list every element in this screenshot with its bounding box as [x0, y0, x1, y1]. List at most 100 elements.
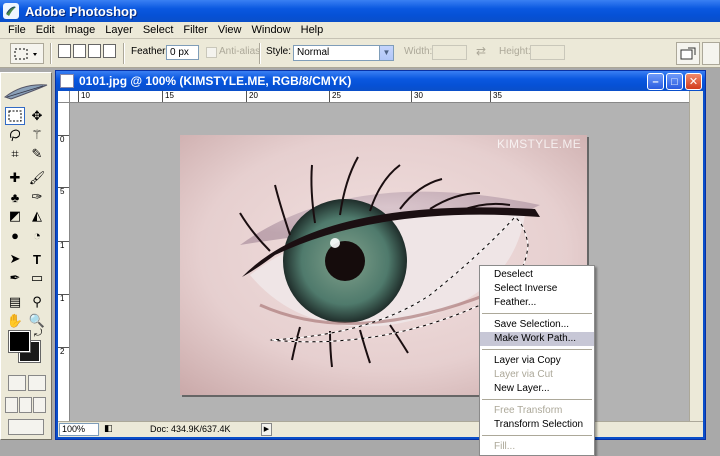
menu-help[interactable]: Help — [296, 24, 329, 36]
new-selection-icon[interactable] — [58, 44, 71, 58]
swap-colors-icon[interactable]: ⤾ — [34, 328, 42, 339]
clone-stamp-tool-icon[interactable]: ♣ — [5, 188, 25, 206]
rect-marquee-tool-icon[interactable] — [5, 107, 25, 125]
style-label: Style: — [266, 46, 292, 57]
swap-dimensions-icon[interactable]: ⇄ — [476, 44, 486, 58]
menu-item-feather[interactable]: Feather... — [480, 296, 594, 310]
status-menu-arrow-icon[interactable]: ▶ — [261, 423, 272, 436]
ruler-tick-label: 1 — [58, 241, 69, 250]
menu-item-new-layer[interactable]: New Layer... — [480, 382, 594, 396]
ruler-tick-label: 35 — [490, 91, 502, 102]
eyedropper-tool-icon[interactable]: ⚲ — [27, 293, 47, 311]
options-divider — [123, 43, 125, 64]
chevron-down-icon: ▼ — [379, 46, 393, 60]
ruler-tick-label: 15 — [162, 91, 174, 102]
paint-bucket-tool-icon[interactable]: ◭ — [27, 207, 47, 225]
style-select[interactable]: Normal ▼ — [293, 45, 394, 61]
minimize-button[interactable]: – — [647, 73, 664, 90]
menu-item-layer-via-cut[interactable]: Layer via Cut — [480, 368, 594, 382]
menu-item-transform-selection[interactable]: Transform Selection — [480, 418, 594, 432]
photoshop-app-icon — [3, 3, 19, 19]
move-tool-icon[interactable]: ✥ — [27, 107, 47, 125]
menu-filter[interactable]: Filter — [178, 24, 212, 36]
menu-item-free-transform[interactable]: Free Transform — [480, 404, 594, 418]
close-button[interactable]: ✕ — [685, 73, 702, 90]
options-bar: Feather: 0 px Anti-alias Style: Normal ▼… — [0, 39, 720, 68]
crop-tool-icon[interactable]: ⌗ — [5, 145, 25, 163]
file-browser-button[interactable] — [676, 42, 700, 65]
menu-separator — [482, 435, 592, 436]
menu-select[interactable]: Select — [138, 24, 179, 36]
zoom-field[interactable]: 100% — [59, 423, 99, 436]
menu-separator — [482, 349, 592, 350]
tool-preset-picker[interactable] — [10, 43, 44, 64]
full-screen-menu-mode-button[interactable] — [19, 397, 32, 413]
notes-tool-icon[interactable]: ▤ — [5, 293, 25, 311]
height-label: Height: — [499, 46, 531, 57]
standard-screen-mode-button[interactable] — [5, 397, 18, 413]
app-title: Adobe Photoshop — [25, 3, 137, 19]
horizontal-ruler: 10 15 20 25 30 35 — [58, 91, 703, 103]
ruler-tick-label: 25 — [329, 91, 341, 102]
menu-item-fill[interactable]: Fill... — [480, 440, 594, 454]
add-to-selection-icon[interactable] — [73, 44, 86, 58]
standard-mode-button[interactable] — [8, 375, 26, 391]
type-tool-icon[interactable]: T — [27, 250, 47, 268]
file-browser-icon — [680, 47, 696, 59]
menu-item-make-work-path[interactable]: Make Work Path... — [480, 332, 594, 346]
ruler-tick-label: 5 — [58, 187, 69, 196]
intersect-selection-icon[interactable] — [103, 44, 116, 58]
eraser-tool-icon[interactable]: ◩ — [5, 207, 25, 225]
menu-bar: File Edit Image Layer Select Filter View… — [0, 22, 720, 39]
full-screen-mode-button[interactable] — [33, 397, 46, 413]
path-selection-tool-icon[interactable]: ➤ — [5, 250, 25, 268]
brush-tool-icon[interactable]: 🖌 — [27, 169, 47, 187]
feather-input[interactable]: 0 px — [166, 45, 199, 60]
ruler-origin[interactable] — [58, 91, 70, 103]
jump-to-imageready-button[interactable] — [8, 419, 44, 435]
menu-item-layer-via-copy[interactable]: Layer via Copy — [480, 354, 594, 368]
document-titlebar: 0101.jpg @ 100% (KIMSTYLE.ME, RGB/8/CMYK… — [56, 71, 705, 91]
antialias-label: Anti-alias — [219, 46, 261, 57]
menu-image[interactable]: Image — [60, 24, 101, 36]
magic-wand-tool-icon[interactable]: ⚚ — [27, 126, 47, 144]
document-title: 0101.jpg @ 100% (KIMSTYLE.ME, RGB/8/CMYK… — [79, 74, 352, 88]
palette-well-button[interactable] — [702, 42, 720, 65]
hand-tool-icon[interactable]: ✋ — [5, 312, 25, 330]
document-window: 0101.jpg @ 100% (KIMSTYLE.ME, RGB/8/CMYK… — [55, 70, 706, 440]
history-brush-tool-icon[interactable]: ✑ — [27, 188, 47, 206]
menu-item-select-inverse[interactable]: Select Inverse — [480, 282, 594, 296]
slice-tool-icon[interactable]: ✎ — [27, 145, 47, 163]
menu-window[interactable]: Window — [247, 24, 296, 36]
lasso-tool-icon[interactable] — [5, 126, 25, 144]
menu-item-deselect[interactable]: Deselect — [480, 268, 594, 282]
menu-view[interactable]: View — [213, 24, 247, 36]
healing-brush-tool-icon[interactable]: ✚ — [5, 169, 25, 187]
ruler-tick-label: 20 — [246, 91, 258, 102]
marquee-preset-icon — [14, 48, 37, 59]
blur-tool-icon[interactable]: ● — [5, 226, 25, 244]
options-divider — [50, 43, 52, 64]
menu-item-save-selection[interactable]: Save Selection... — [480, 318, 594, 332]
menu-edit[interactable]: Edit — [31, 24, 60, 36]
foreground-color-swatch[interactable] — [8, 330, 31, 353]
width-input[interactable] — [432, 45, 467, 60]
antialias-checkbox[interactable] — [206, 47, 217, 58]
menu-file[interactable]: File — [3, 24, 31, 36]
ruler-tick-label: 10 — [78, 91, 90, 102]
dodge-tool-icon[interactable]: ◔ — [27, 226, 47, 244]
subtract-from-selection-icon[interactable] — [88, 44, 101, 58]
height-input[interactable] — [530, 45, 565, 60]
shape-tool-icon[interactable]: ▭ — [27, 269, 47, 287]
maximize-button[interactable]: □ — [666, 73, 683, 90]
style-select-value: Normal — [297, 47, 330, 58]
preview-icon[interactable]: ◧ — [104, 423, 113, 434]
quick-mask-mode-button[interactable] — [28, 375, 46, 391]
menu-separator — [482, 313, 592, 314]
doc-size-info: Doc: 434.9K/637.4K — [150, 424, 231, 434]
menu-layer[interactable]: Layer — [100, 24, 138, 36]
menu-separator — [482, 399, 592, 400]
document-icon — [60, 74, 74, 88]
vertical-scrollbar[interactable] — [689, 91, 703, 437]
pen-tool-icon[interactable]: ✒ — [5, 269, 25, 287]
